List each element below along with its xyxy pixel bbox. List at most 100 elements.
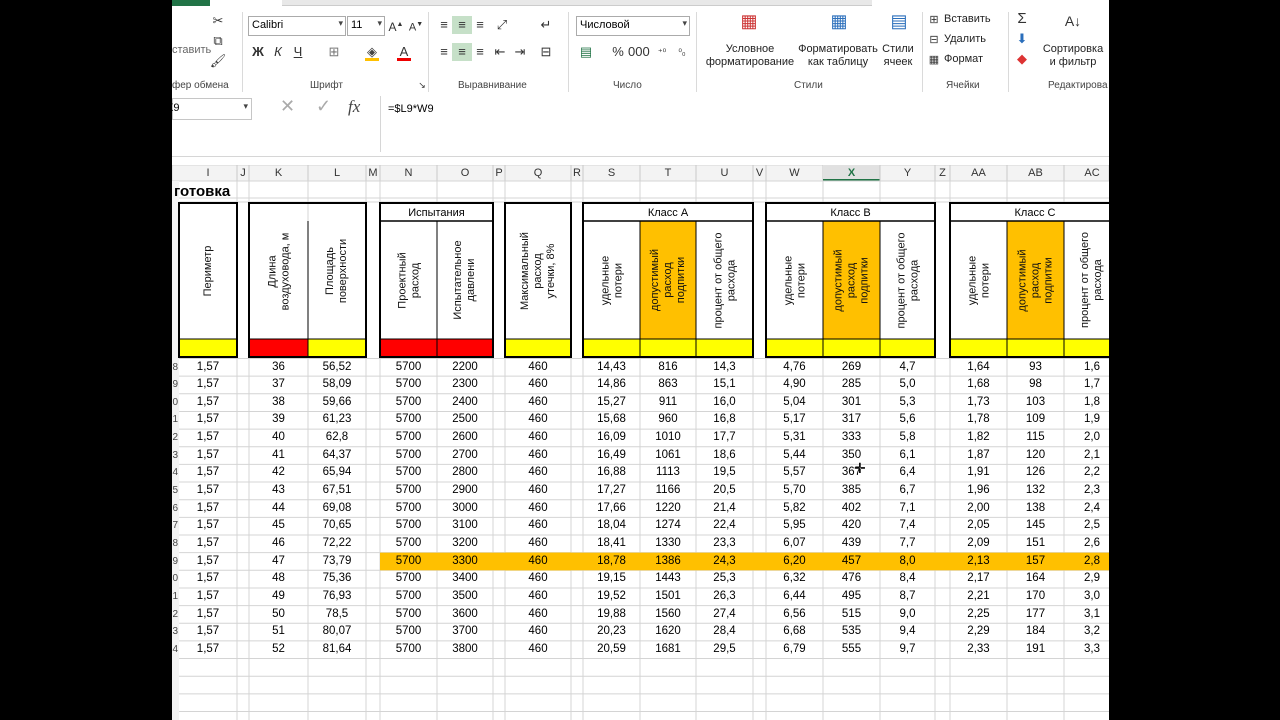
table-cell[interactable]: 5700 <box>380 535 437 553</box>
autosum-icon[interactable]: Σ <box>1012 10 1032 28</box>
table-cell[interactable]: 960 <box>640 411 696 429</box>
table-cell[interactable]: 20,23 <box>583 623 640 641</box>
table-cell[interactable]: 2,1 <box>1064 447 1109 465</box>
table-cell[interactable]: 26,3 <box>696 588 753 606</box>
table-cell[interactable]: 18,6 <box>696 447 753 465</box>
table-cell[interactable]: 93 <box>1007 359 1064 377</box>
table-cell[interactable]: 9,7 <box>880 641 935 659</box>
row-number[interactable]: 2 <box>172 606 178 624</box>
table-cell[interactable]: 14,3 <box>696 359 753 377</box>
table-cell[interactable]: 460 <box>505 411 571 429</box>
table-cell[interactable]: 56,52 <box>308 359 366 377</box>
column-header-j[interactable]: J <box>237 165 249 181</box>
align-left-icon[interactable]: ≡ <box>434 43 454 61</box>
table-cell[interactable]: 52 <box>249 641 308 659</box>
align-bottom-icon[interactable]: ≡ <box>470 16 490 34</box>
orientation-icon[interactable]: ⤢ <box>492 16 512 34</box>
table-cell[interactable]: 1386 <box>640 553 696 571</box>
row-number[interactable]: 4 <box>172 464 178 482</box>
table-cell[interactable]: 16,8 <box>696 411 753 429</box>
format-button[interactable]: Формат <box>944 53 983 66</box>
table-cell[interactable]: 1,91 <box>950 464 1007 482</box>
table-cell[interactable]: 170 <box>1007 588 1064 606</box>
table-cell[interactable]: 5,95 <box>766 517 823 535</box>
table-cell[interactable]: 2,09 <box>950 535 1007 553</box>
table-cell[interactable]: 5,8 <box>880 429 935 447</box>
table-cell[interactable]: 7,1 <box>880 500 935 518</box>
table-cell[interactable]: 495 <box>823 588 880 606</box>
table-cell[interactable]: 1,57 <box>179 570 237 588</box>
table-cell[interactable]: 2,9 <box>1064 570 1109 588</box>
table-cell[interactable]: 5700 <box>380 464 437 482</box>
table-cell[interactable]: 164 <box>1007 570 1064 588</box>
table-cell[interactable]: 460 <box>505 641 571 659</box>
table-cell[interactable]: 58,09 <box>308 376 366 394</box>
table-cell[interactable]: 460 <box>505 376 571 394</box>
table-cell[interactable]: 132 <box>1007 482 1064 500</box>
table-cell[interactable]: 402 <box>823 500 880 518</box>
table-cell[interactable]: 5700 <box>380 517 437 535</box>
table-cell[interactable]: 138 <box>1007 500 1064 518</box>
table-cell[interactable]: 5,44 <box>766 447 823 465</box>
table-cell[interactable]: 6,32 <box>766 570 823 588</box>
table-cell[interactable]: 8,4 <box>880 570 935 588</box>
table-cell[interactable]: 20,5 <box>696 482 753 500</box>
table-cell[interactable]: 191 <box>1007 641 1064 659</box>
table-cell[interactable]: 1501 <box>640 588 696 606</box>
table-cell[interactable]: 5700 <box>380 606 437 624</box>
table-cell[interactable]: 45 <box>249 517 308 535</box>
table-cell[interactable]: 460 <box>505 447 571 465</box>
table-cell[interactable]: 863 <box>640 376 696 394</box>
table-cell[interactable]: 6,20 <box>766 553 823 571</box>
bold-button[interactable]: Ж <box>248 43 268 61</box>
table-cell[interactable]: 1,57 <box>179 394 237 412</box>
table-cell[interactable]: 1560 <box>640 606 696 624</box>
table-cell[interactable]: 1,57 <box>179 500 237 518</box>
table-cell[interactable]: 24,3 <box>696 553 753 571</box>
table-cell[interactable]: 80,07 <box>308 623 366 641</box>
table-cell[interactable]: 5700 <box>380 570 437 588</box>
row-number[interactable]: 9 <box>172 376 178 394</box>
table-cell[interactable]: 3,2 <box>1064 623 1109 641</box>
table-cell[interactable]: 2,05 <box>950 517 1007 535</box>
table-cell[interactable]: 2,13 <box>950 553 1007 571</box>
table-cell[interactable]: 18,78 <box>583 553 640 571</box>
table-cell[interactable]: 2,6 <box>1064 535 1109 553</box>
row-number[interactable]: 0 <box>172 570 178 588</box>
table-cell[interactable]: 3,0 <box>1064 588 1109 606</box>
table-cell[interactable]: 177 <box>1007 606 1064 624</box>
table-cell[interactable]: 59,66 <box>308 394 366 412</box>
table-cell[interactable]: 157 <box>1007 553 1064 571</box>
table-cell[interactable]: 1,64 <box>950 359 1007 377</box>
format-cells-icon[interactable]: ▦ <box>924 51 944 69</box>
row-number[interactable]: 1 <box>172 411 178 429</box>
table-cell[interactable]: 5700 <box>380 429 437 447</box>
shrink-font-icon[interactable]: A▼ <box>406 16 426 34</box>
table-cell[interactable]: 317 <box>823 411 880 429</box>
table-cell[interactable]: 5,3 <box>880 394 935 412</box>
table-cell[interactable]: 6,1 <box>880 447 935 465</box>
column-header-i[interactable]: I <box>179 165 237 181</box>
table-cell[interactable]: 1,57 <box>179 359 237 377</box>
align-middle-icon[interactable]: ≡ <box>452 16 472 34</box>
table-cell[interactable]: 5700 <box>380 376 437 394</box>
table-cell[interactable]: 7,7 <box>880 535 935 553</box>
table-cell[interactable]: 2,33 <box>950 641 1007 659</box>
column-header-x[interactable]: X <box>823 165 880 181</box>
table-cell[interactable]: 2400 <box>437 394 493 412</box>
paste-button-label[interactable]: ставить <box>172 44 211 57</box>
table-cell[interactable]: 333 <box>823 429 880 447</box>
increase-indent-icon[interactable]: ⇥ <box>510 43 530 61</box>
table-cell[interactable]: 3000 <box>437 500 493 518</box>
table-cell[interactable]: 16,49 <box>583 447 640 465</box>
table-cell[interactable]: 16,0 <box>696 394 753 412</box>
table-cell[interactable]: 460 <box>505 359 571 377</box>
sort-filter-button[interactable]: Сортировка и фильтр <box>1040 43 1106 69</box>
column-header-ab[interactable]: AB <box>1007 165 1064 181</box>
table-cell[interactable]: 70,65 <box>308 517 366 535</box>
column-header-v[interactable]: V <box>753 165 766 181</box>
column-header-u[interactable]: U <box>696 165 753 181</box>
format-as-table-icon[interactable]: ▦ <box>826 12 852 38</box>
table-cell[interactable]: 6,79 <box>766 641 823 659</box>
column-header-m[interactable]: M <box>366 165 380 181</box>
